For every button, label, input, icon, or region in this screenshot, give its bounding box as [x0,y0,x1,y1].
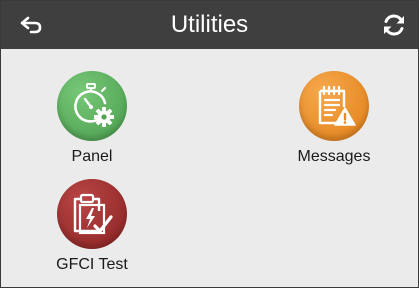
gfci-test-tile[interactable]: GFCI Test [32,179,152,275]
page-title: Utilities [170,11,249,38]
notepad-warning-icon [318,85,356,126]
panel-tile[interactable]: Panel [32,71,152,167]
refresh-icon [384,14,404,36]
clipboard-check-icon [73,193,113,235]
refresh-button[interactable] [378,9,410,41]
gfci-test-tile-icon [57,179,127,249]
gfci-test-label: GFCI Test [56,256,128,273]
panel-label: Panel [71,148,113,165]
stopwatch-gear-icon [74,83,114,127]
messages-label: Messages [297,148,371,165]
messages-tile[interactable]: Messages [274,71,394,167]
panel-tile-icon [57,71,127,141]
utilities-screen: Utilities Panel Messages GFCI Test [0,0,419,288]
header-bar: Utilities [1,1,418,49]
messages-tile-icon [299,71,369,141]
